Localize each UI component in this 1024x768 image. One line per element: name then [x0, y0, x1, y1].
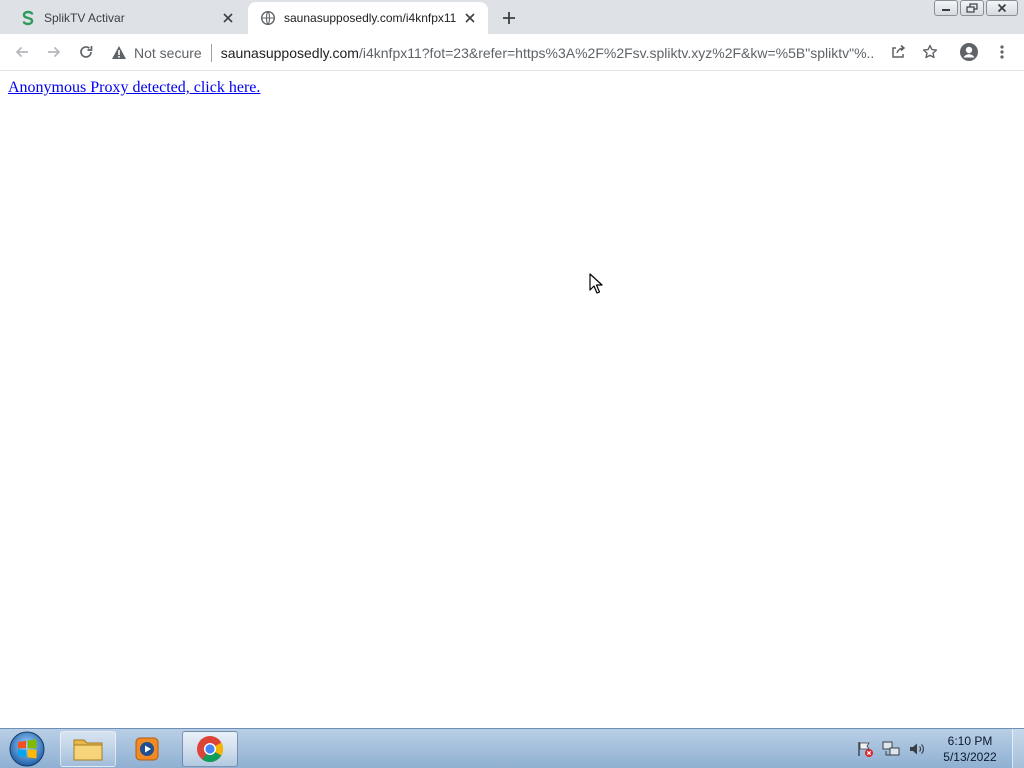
tab-strip: SplikTV Activar saunasupposedly.com/i4kn…: [0, 0, 1024, 34]
taskbar-file-explorer[interactable]: [60, 731, 116, 767]
bookmark-button[interactable]: [918, 40, 942, 64]
share-button[interactable]: [886, 40, 910, 64]
reload-icon: [80, 46, 93, 58]
windows-start-icon: [9, 731, 45, 767]
file-explorer-icon: [73, 739, 103, 761]
share-icon: [892, 44, 906, 58]
address-bar[interactable]: Not secure saunasupposedly.com/i4knfpx11…: [110, 38, 950, 67]
tab-title: saunasupposedly.com/i4knfpx11: [284, 11, 456, 25]
close-tab-icon[interactable]: [220, 10, 236, 26]
plus-icon: [503, 12, 515, 24]
system-tray: 6:10 PM 5/13/2022: [854, 729, 1024, 768]
back-button[interactable]: [10, 40, 34, 64]
clock-time: 6:10 PM: [947, 734, 993, 748]
minimize-button[interactable]: [934, 0, 958, 16]
anonymous-proxy-link[interactable]: Anonymous Proxy detected, click here.: [8, 79, 260, 97]
url-path: /i4knfpx11?fot=23&refer=https%3A%2F%2Fsv…: [358, 44, 875, 61]
url-host: saunasupposedly.com: [220, 44, 359, 61]
profile-icon: [960, 43, 978, 61]
close-tab-icon[interactable]: [462, 10, 478, 26]
tab-spliktv[interactable]: SplikTV Activar: [8, 2, 246, 34]
close-icon: [997, 3, 1007, 13]
taskbar-media-player[interactable]: [121, 731, 173, 767]
show-desktop-button[interactable]: [1012, 729, 1024, 768]
network-icon[interactable]: [880, 738, 902, 760]
tab-title: SplikTV Activar: [44, 11, 125, 25]
taskbar: 6:10 PM 5/13/2022: [0, 728, 1024, 768]
window-controls: [932, 0, 1024, 18]
arrow-left-icon: [15, 46, 28, 58]
globe-icon: [260, 10, 276, 26]
browser-toolbar: Not secure saunasupposedly.com/i4knfpx11…: [0, 34, 1024, 71]
restore-button[interactable]: [960, 0, 984, 16]
security-label[interactable]: Not secure: [134, 45, 202, 61]
restore-icon: [966, 3, 978, 13]
taskbar-clock[interactable]: 6:10 PM 5/13/2022: [940, 733, 1000, 765]
page-content: Anonymous Proxy detected, click here.: [0, 71, 1024, 728]
clock-date: 5/13/2022: [943, 750, 997, 764]
minimize-icon: [942, 9, 950, 11]
action-center-flag-icon[interactable]: [854, 738, 876, 760]
media-player-icon: [135, 737, 159, 761]
kebab-menu-icon: [1000, 45, 1004, 59]
start-button[interactable]: [5, 730, 49, 768]
arrow-right-icon: [48, 46, 61, 58]
reload-button[interactable]: [74, 40, 98, 64]
star-icon: [922, 44, 938, 59]
chrome-icon: [197, 736, 224, 763]
spliktv-s-icon: [20, 10, 36, 26]
tab-saunasupposedly[interactable]: saunasupposedly.com/i4knfpx11: [248, 2, 488, 34]
url-text[interactable]: saunasupposedly.com/i4knfpx11?fot=23&ref…: [221, 45, 875, 61]
omnibox-divider: [210, 43, 212, 62]
close-window-button[interactable]: [986, 0, 1018, 16]
forward-button[interactable]: [42, 40, 66, 64]
mouse-cursor-icon: [589, 273, 603, 300]
menu-button[interactable]: [990, 40, 1014, 64]
volume-icon[interactable]: [906, 738, 928, 760]
profile-button[interactable]: [957, 40, 981, 64]
warning-icon[interactable]: [110, 45, 128, 60]
taskbar-chrome[interactable]: [182, 731, 238, 767]
new-tab-button[interactable]: [498, 7, 520, 29]
